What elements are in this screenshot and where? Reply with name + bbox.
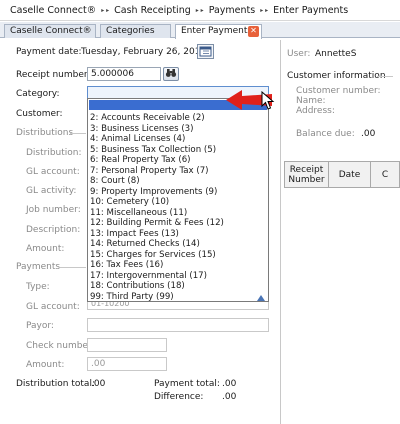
job-number-label: Job number: (26, 205, 81, 215)
receipt-lookup-button[interactable] (163, 67, 179, 81)
group-divider (70, 133, 86, 134)
dropdown-option[interactable]: 17: Intergovernmental (17) (90, 271, 224, 282)
dropdown-options: 2: Accounts Receivable (2) 3: Business L… (90, 113, 224, 302)
dropdown-option[interactable]: 99: Third Party (99) (90, 292, 224, 303)
dropdown-option[interactable]: 13: Impact Fees (13) (90, 229, 224, 240)
breadcrumb-separator: ▸ ▸ (260, 6, 269, 14)
calendar-button[interactable] (197, 44, 214, 59)
dropdown-option[interactable]: 16: Tax Fees (16) (90, 260, 224, 271)
payment-date-value: Tuesday, February 26, 2019 (81, 47, 207, 57)
receipt-number-input[interactable]: 5.000006 (87, 67, 161, 81)
calendar-icon (199, 46, 212, 57)
panel-divider (280, 40, 281, 424)
receipt-grid-header: Receipt Number Date C (284, 161, 400, 188)
gl-account-label: GL account: (26, 167, 80, 177)
payment-type-label: Type: (26, 282, 50, 292)
category-label: Category: (16, 89, 60, 99)
payment-amount-label: Amount: (26, 360, 65, 370)
tab-label: Enter Payments (181, 26, 253, 36)
payment-amount-input[interactable]: .00 (87, 357, 167, 371)
breadcrumb: Caselle Connect® ▸ ▸ Cash Receipting ▸ ▸… (0, 0, 400, 21)
group-divider (377, 76, 393, 77)
breadcrumb-separator: ▸ ▸ (101, 6, 110, 14)
distribution-label: Distribution: (26, 148, 82, 158)
difference-value: .00 (222, 392, 237, 402)
distribution-total-value: .00 (91, 379, 106, 389)
payment-gl-account-label: GL account: (26, 302, 80, 312)
address-label: Address: (296, 106, 335, 116)
user-value: AnnetteS (315, 49, 357, 59)
customer-info-title: Customer information (287, 71, 386, 81)
dropdown-option[interactable]: 14: Returned Checks (14) (90, 239, 224, 250)
dropdown-option[interactable]: 2: Accounts Receivable (2) (90, 113, 224, 124)
grid-col-c[interactable]: C (371, 162, 399, 187)
group-divider (60, 267, 86, 268)
gl-activity-label: GL activity: (26, 186, 77, 196)
dropdown-option[interactable]: 9: Property Improvements (9) (90, 187, 224, 198)
dropdown-option[interactable]: 5: Business Tax Collection (5) (90, 145, 224, 156)
dropdown-option[interactable]: 3: Business Licenses (3) (90, 124, 224, 135)
payment-date-label: Payment date: (16, 47, 82, 57)
tab-categories[interactable]: Categories (100, 24, 171, 38)
dropdown-option[interactable]: 15: Charges for Services (15) (90, 250, 224, 261)
check-number-label: Check number: (26, 341, 95, 351)
breadcrumb-item-enter-payments[interactable]: Enter Payments (273, 5, 348, 16)
amount-label: Amount: (26, 244, 65, 254)
dropdown-option[interactable]: 10: Cemetery (10) (90, 197, 224, 208)
binoculars-icon (165, 69, 177, 77)
dropdown-option[interactable]: 6: Real Property Tax (6) (90, 155, 224, 166)
dropdown-option[interactable]: 4: Animal Licenses (4) (90, 134, 224, 145)
tab-enter-payments[interactable]: Enter Payments ✕ (175, 24, 262, 39)
grid-col-receipt-number[interactable]: Receipt Number (285, 162, 329, 187)
tab-caselle-connect[interactable]: Caselle Connect® (4, 24, 96, 38)
payments-title: Payments (16, 262, 61, 272)
payment-total-label: Payment total: (154, 379, 220, 389)
close-icon[interactable]: ✕ (248, 26, 259, 37)
name-label: Name: (296, 96, 326, 106)
payor-input[interactable] (87, 318, 269, 332)
category-dropdown-list: 2: Accounts Receivable (2) 3: Business L… (87, 98, 269, 302)
difference-label: Difference: (154, 392, 204, 402)
dropdown-option[interactable]: 11: Miscellaneous (11) (90, 208, 224, 219)
dropdown-option[interactable]: 8: Court (8) (90, 176, 224, 187)
balance-due-label: Balance due: (296, 129, 355, 139)
breadcrumb-item-caselle-connect[interactable]: Caselle Connect® (10, 5, 96, 16)
user-label: User: (287, 49, 311, 59)
dropdown-option[interactable]: 12: Building Permit & Fees (12) (90, 218, 224, 229)
check-number-input[interactable] (87, 338, 167, 352)
breadcrumb-item-cash-receipting[interactable]: Cash Receipting (114, 5, 191, 16)
mouse-cursor-icon (261, 91, 275, 110)
dropdown-option[interactable]: 18: Contributions (18) (90, 281, 224, 292)
dropdown-option[interactable]: 7: Personal Property Tax (7) (90, 166, 224, 177)
payor-label: Payor: (26, 321, 54, 331)
customer-number-label: Customer number: (296, 86, 381, 96)
balance-due-value: .00 (361, 129, 376, 139)
distributions-title: Distributions (16, 128, 74, 138)
breadcrumb-separator: ▸ ▸ (195, 6, 204, 14)
tab-strip: Caselle Connect® Categories Enter Paymen… (0, 22, 400, 39)
breadcrumb-item-payments[interactable]: Payments (209, 5, 256, 16)
customer-label: Customer: (16, 109, 63, 119)
description-label: Description: (26, 225, 81, 235)
grid-col-date[interactable]: Date (329, 162, 371, 187)
payment-total-value: .00 (222, 379, 237, 389)
tab-label: Caselle Connect® (10, 26, 92, 36)
resize-grip-icon[interactable] (254, 293, 268, 302)
distribution-total-label: Distribution total: (16, 379, 95, 389)
tab-label: Categories (106, 26, 155, 36)
receipt-number-label: Receipt number: (16, 70, 91, 80)
